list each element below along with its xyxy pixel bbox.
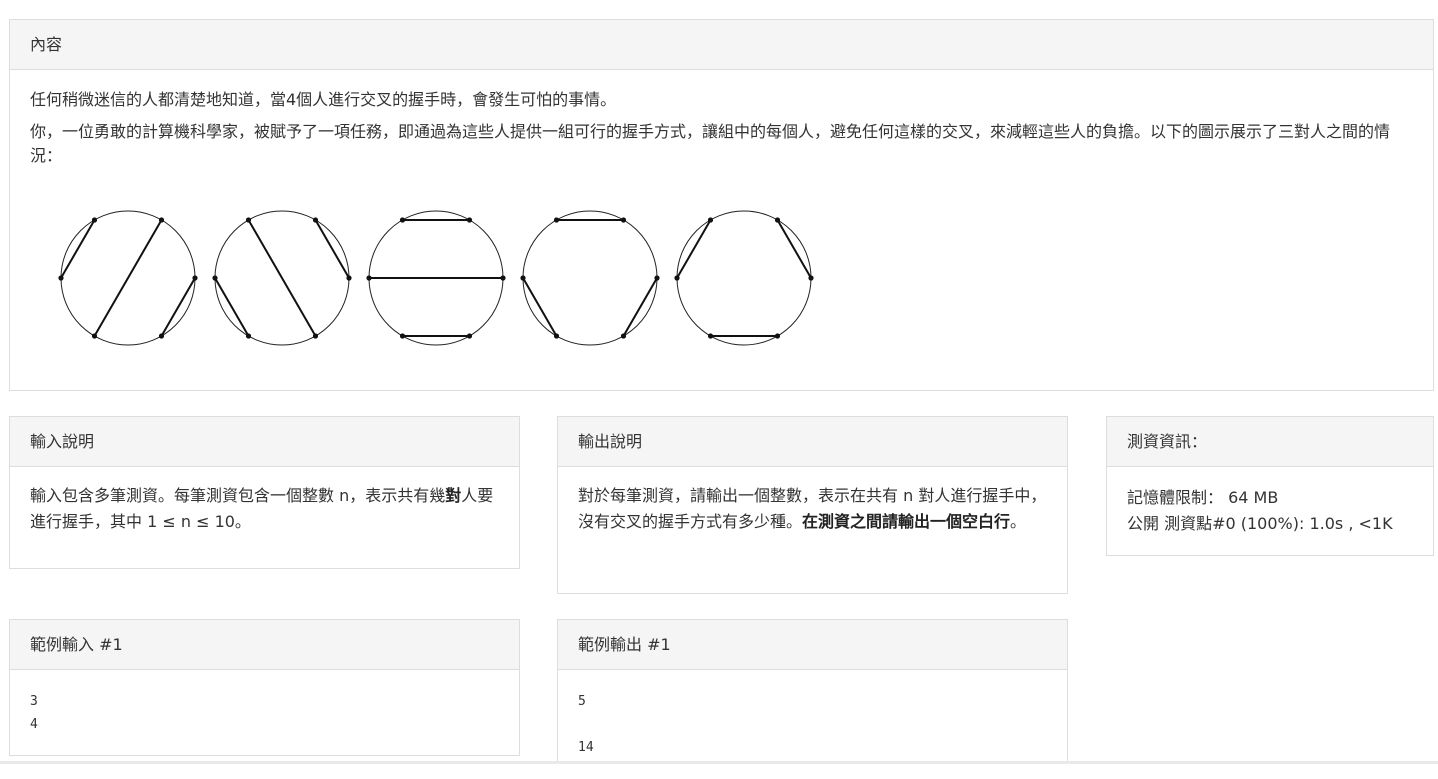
sample-input-panel: 範例輸入 #1 3 4 [9, 619, 520, 756]
sample-output-heading: 範例輸出 #1 [558, 620, 1067, 670]
sample-input-heading: 範例輸入 #1 [10, 620, 519, 670]
content-body: 任何稍微迷信的人都清楚地知道，當4個人進行交叉的握手時，會發生可怕的事情。 你，… [10, 70, 1433, 168]
handshake-chord [622, 277, 658, 337]
person-dot [654, 275, 660, 281]
problem-content-panel: 內容 任何稍微迷信的人都清楚地知道，當4個人進行交叉的握手時，會發生可怕的事情。… [9, 19, 1434, 391]
handshake-chords [60, 218, 812, 338]
input-description-panel: 輸入說明 輸入包含多筆測資。每筆測資包含一個整數 n，表示共有幾對人要進行握手，… [9, 416, 520, 569]
testinfo-heading: 測資資訊： [1107, 417, 1433, 467]
person-dot [192, 275, 198, 281]
person-dot [808, 275, 814, 281]
input-text: 輸入包含多筆測資。每筆測資包含一個整數 n，表示共有幾對人要進行握手，其中 1 … [30, 486, 494, 531]
handshake-chord [214, 277, 250, 337]
person-dot [158, 333, 165, 339]
handshake-chord [676, 219, 712, 279]
person-dot [553, 333, 560, 339]
handshake-diagram [58, 210, 814, 346]
input-body: 輸入包含多筆測資。每筆測資包含一個整數 n，表示共有幾對人要進行握手，其中 1 … [10, 467, 519, 551]
person-dot [346, 275, 352, 281]
person-dot [245, 333, 252, 339]
person-dot [466, 217, 473, 223]
handshake-chord [522, 277, 558, 337]
content-paragraph-1: 任何稍微迷信的人都清楚地知道，當4個人進行交叉的握手時，會發生可怕的事情。 [30, 90, 617, 109]
handshake-chord [93, 219, 163, 337]
person-dot [500, 275, 506, 281]
memory-limit: 記憶體限制： 64 MB [1127, 488, 1279, 507]
person-dot [674, 275, 680, 281]
person-dot [91, 217, 98, 223]
handshake-chord [160, 277, 196, 337]
handshake-chord [314, 219, 350, 279]
person-dot [707, 217, 714, 223]
person-dot [91, 333, 98, 339]
person-dot [312, 217, 319, 223]
output-heading: 輸出說明 [558, 417, 1067, 467]
person-dot [774, 333, 781, 339]
person-dot [553, 217, 560, 223]
sample-input-content[interactable]: 3 4 [10, 670, 519, 756]
person-dot [620, 217, 627, 223]
person-dot [399, 217, 406, 223]
handshake-chord [776, 219, 812, 279]
input-heading: 輸入說明 [10, 417, 519, 467]
person-dot [399, 333, 406, 339]
person-dot [620, 333, 627, 339]
person-dot [366, 275, 372, 281]
output-body: 對於每筆測資，請輸出一個整數，表示在共有 n 對人進行握手中，沒有交叉的握手方式… [558, 467, 1067, 551]
person-dot [58, 275, 64, 281]
handshake-chord [60, 219, 96, 279]
handshake-circle-4 [522, 210, 658, 346]
person-dot [774, 217, 781, 223]
person-dot [520, 275, 526, 281]
handshake-circle-5 [676, 210, 812, 346]
handshake-chord [247, 219, 317, 337]
sample-output-panel: 範例輸出 #1 5 14 [557, 619, 1068, 764]
person-dot [466, 333, 473, 339]
content-paragraph-2: 你，一位勇敢的計算機科學家，被賦予了一項任務，即通過為這些人提供一組可行的握手方… [30, 122, 1391, 165]
output-text: 對於每筆測資，請輸出一個整數，表示在共有 n 對人進行握手中，沒有交叉的握手方式… [578, 486, 1047, 531]
public-testcase: 公開 測資點#0 (100%): 1.0s , <1K [1127, 514, 1393, 533]
output-description-panel: 輸出說明 對於每筆測資，請輸出一個整數，表示在共有 n 對人進行握手中，沒有交叉… [557, 416, 1068, 594]
testinfo-body: 記憶體限制： 64 MB 公開 測資點#0 (100%): 1.0s , <1K [1107, 467, 1433, 555]
person-dot [158, 217, 165, 223]
content-heading: 內容 [10, 20, 1433, 70]
test-info-panel: 測資資訊： 記憶體限制： 64 MB 公開 測資點#0 (100%): 1.0s… [1106, 416, 1434, 556]
person-dot [312, 333, 319, 339]
person-dot [212, 275, 218, 281]
person-dot [707, 333, 714, 339]
person-dot [245, 217, 252, 223]
